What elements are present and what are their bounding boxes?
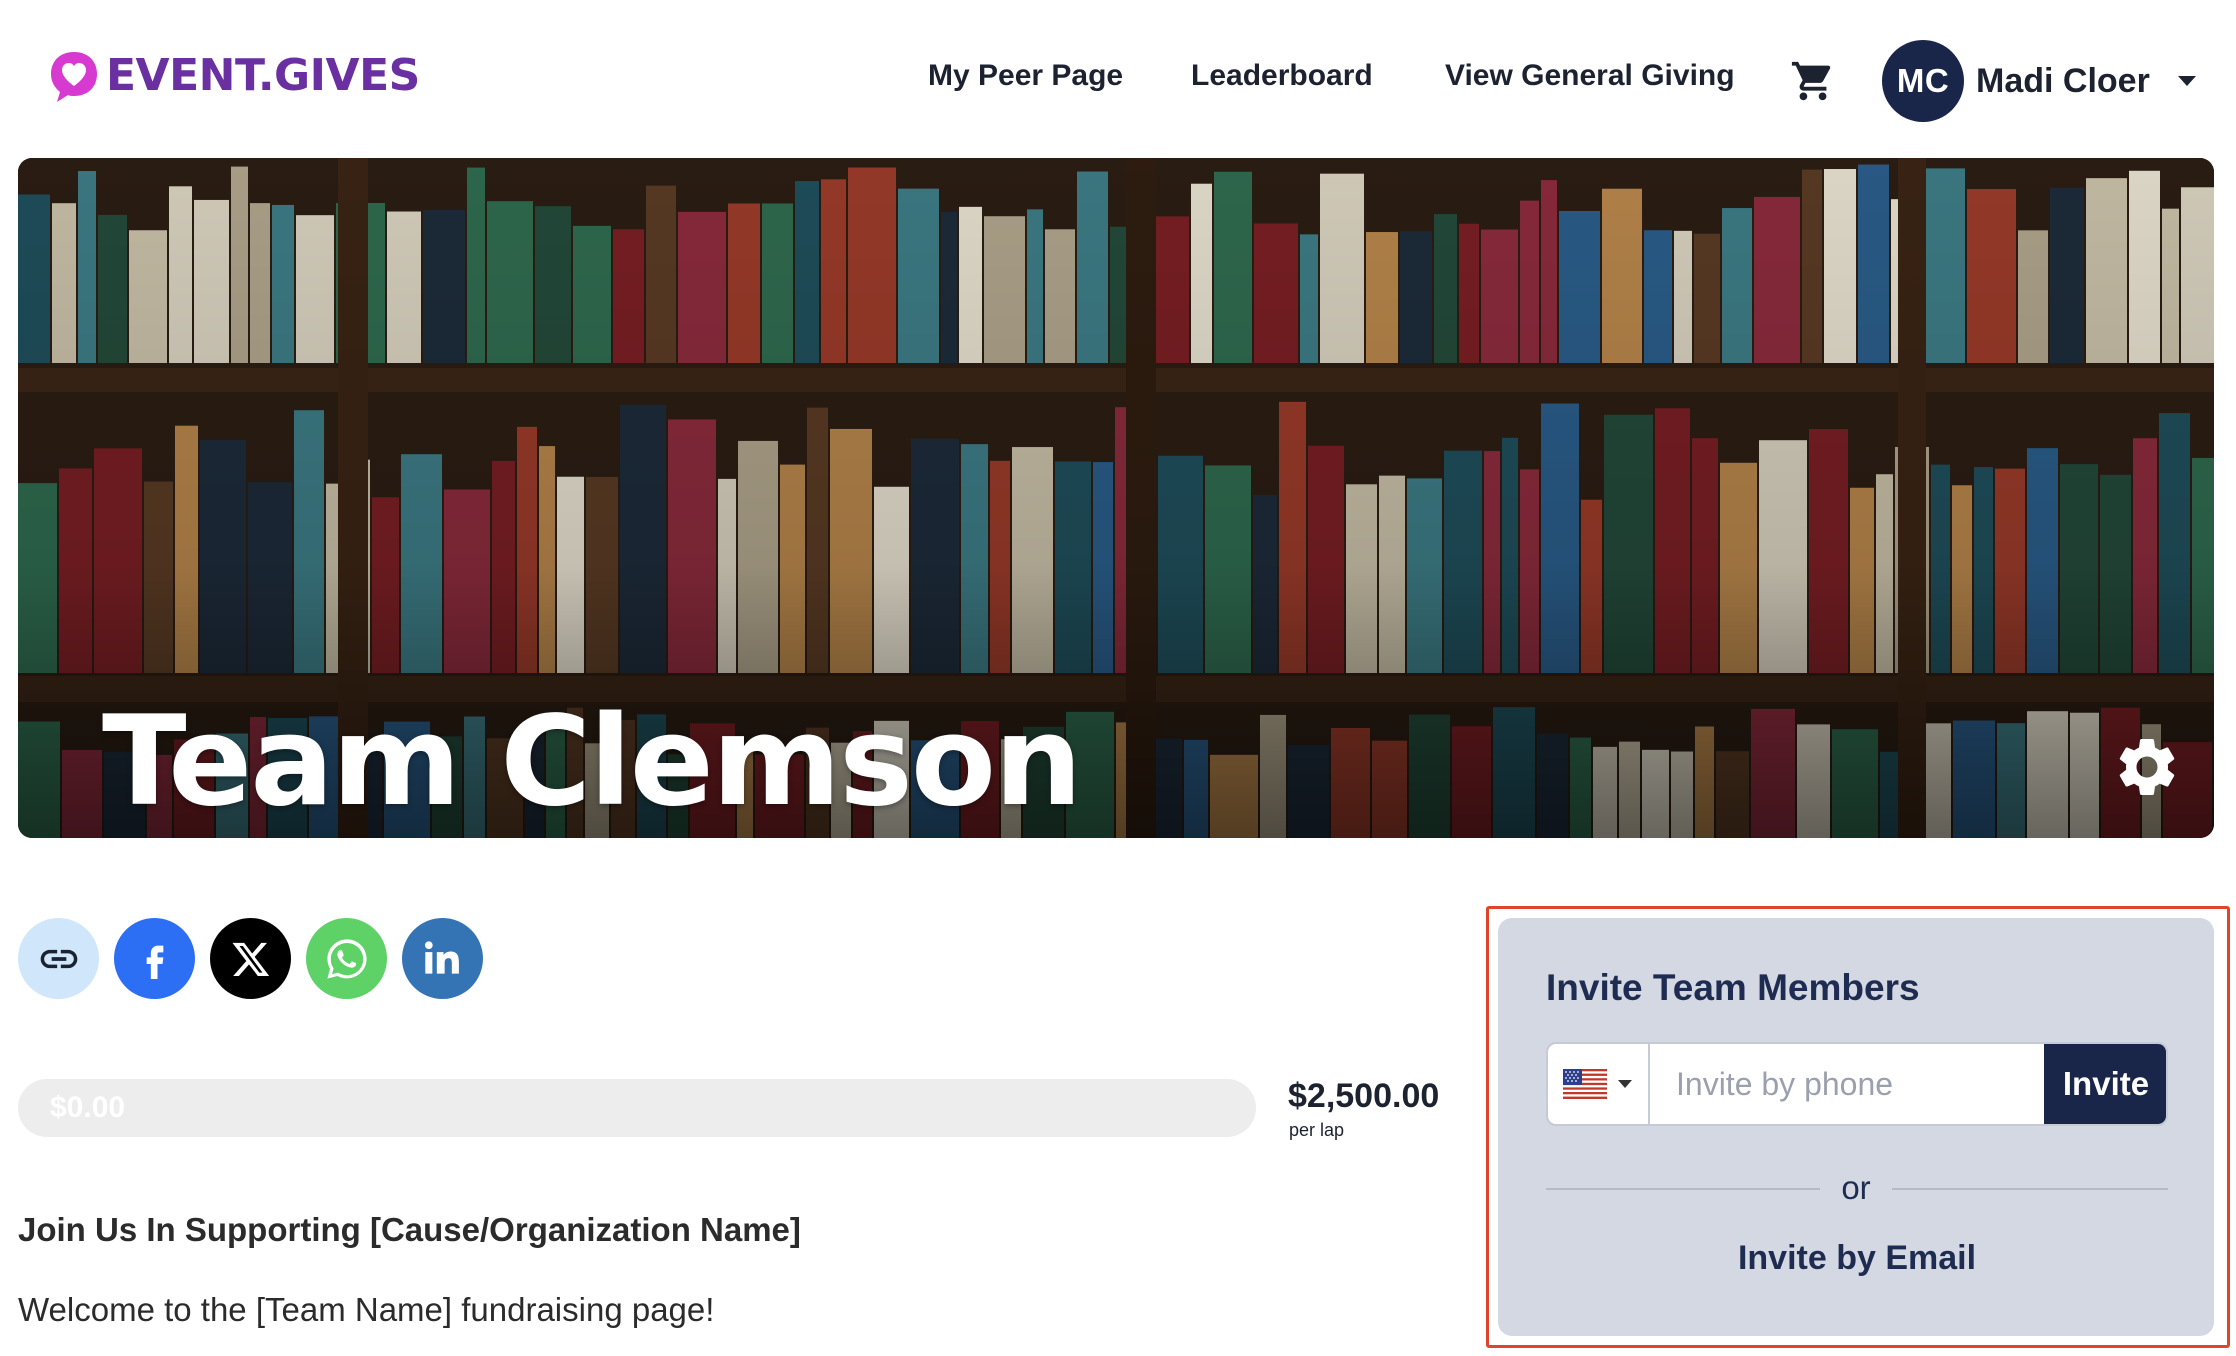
team-title: Team Clemson (102, 690, 1082, 834)
invite-panel-title: Invite Team Members (1546, 967, 1920, 1008)
caret-down-icon[interactable] (2176, 74, 2198, 88)
nav-my-peer-page[interactable]: My Peer Page (928, 56, 1123, 96)
country-code-select[interactable] (1548, 1044, 1650, 1124)
shopping-cart-icon[interactable] (1790, 58, 1836, 104)
event-gives-logo[interactable]: EVENT.GIVES (48, 46, 420, 106)
amount-raised: $0.00 (50, 1091, 126, 1124)
linkedin-icon (424, 940, 459, 974)
facebook-share-button[interactable] (114, 918, 195, 999)
goal-amount: $2,500.00 (1288, 1077, 1440, 1115)
link-icon (40, 949, 77, 968)
goal-unit: per lap (1289, 1120, 1345, 1140)
phone-invite-group: Invite (1546, 1042, 2168, 1126)
whatsapp-icon (326, 938, 367, 979)
x-logo-icon (232, 942, 269, 976)
invite-phone-input[interactable] (1652, 1044, 2048, 1124)
page-intro-text: Welcome to the [Team Name] fundraising p… (18, 1291, 715, 1328)
user-avatar[interactable]: MC (1882, 40, 1964, 122)
user-name[interactable]: Madi Cloer (1976, 58, 2150, 104)
invite-by-email-link[interactable]: Invite by Email (1546, 1236, 2168, 1280)
copy-link-button[interactable] (18, 918, 99, 999)
invite-button[interactable]: Invite (2044, 1044, 2166, 1124)
top-header: EVENT.GIVES My Peer Page Leaderboard Vie… (0, 0, 2236, 160)
divider-line-left (1546, 1188, 1820, 1190)
divider-line-right (1892, 1188, 2168, 1190)
logo-text: EVENT.GIVES (106, 50, 420, 101)
caret-down-icon (1618, 1080, 1632, 1088)
page-heading: Join Us In Supporting [Cause/Organizatio… (18, 1211, 801, 1248)
x-share-button[interactable] (210, 918, 291, 999)
share-buttons (18, 918, 483, 999)
team-hero-banner: Team Clemson (18, 158, 2214, 838)
facebook-icon (146, 945, 163, 979)
whatsapp-share-button[interactable] (306, 918, 387, 999)
linkedin-share-button[interactable] (402, 918, 483, 999)
us-flag-icon (1563, 1069, 1607, 1099)
heart-chat-logo-icon (51, 52, 97, 102)
nav-leaderboard[interactable]: Leaderboard (1191, 56, 1373, 96)
divider-or-text: or (1841, 1169, 1871, 1206)
gear-icon[interactable] (2112, 732, 2182, 802)
fundraising-progress-bar: $0.00 (18, 1079, 1256, 1137)
nav-view-general-giving[interactable]: View General Giving (1445, 56, 1735, 96)
